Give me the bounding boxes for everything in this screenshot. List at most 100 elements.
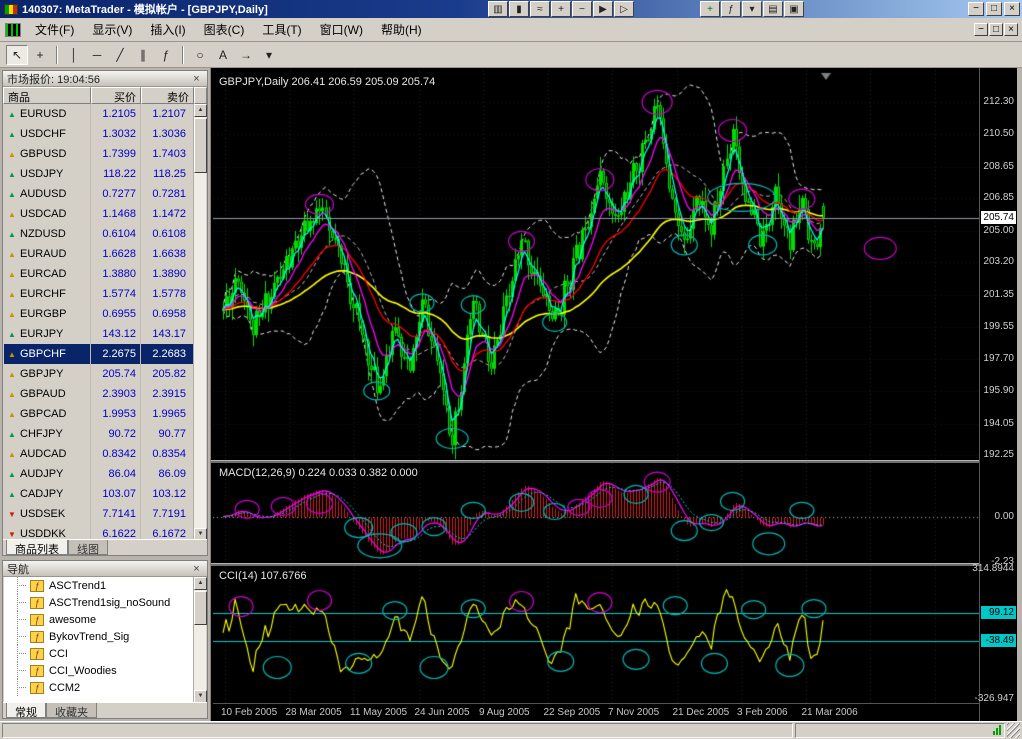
- market-watch-row[interactable]: ▲EURUSD1.21051.2107: [4, 104, 194, 124]
- market-watch-row[interactable]: ▲CADJPY103.07103.12: [4, 484, 194, 504]
- minimize-button[interactable]: −: [968, 2, 984, 16]
- bid-price: 2.2675: [90, 344, 140, 364]
- time-axis-label: 21 Mar 2006: [802, 707, 858, 718]
- bid-price: 90.72: [90, 424, 140, 444]
- navigator-item[interactable]: ƒCCM2: [4, 679, 194, 696]
- shapes-tool[interactable]: ○: [189, 45, 211, 65]
- child-restore-button[interactable]: □: [989, 23, 1003, 36]
- candlestick-chart-icon[interactable]: ▮: [509, 1, 529, 17]
- market-watch-row[interactable]: ▲EURAUD1.66281.6638: [4, 244, 194, 264]
- ask-price: 0.6108: [140, 224, 190, 244]
- market-watch-row[interactable]: ▲AUDJPY86.0486.09: [4, 464, 194, 484]
- market-watch-row[interactable]: ▲AUDUSD0.72770.7281: [4, 184, 194, 204]
- market-watch-row[interactable]: ▲GBPAUD2.39032.3915: [4, 384, 194, 404]
- child-close-button[interactable]: ×: [1004, 23, 1018, 36]
- workspace: 市场报价: 19:04:56 × 商品 买价 卖价 ▲EURUSD1.21051…: [0, 68, 1022, 721]
- crosshair-tool[interactable]: +: [29, 45, 51, 65]
- market-watch-row[interactable]: ▲EURJPY143.12143.17: [4, 324, 194, 344]
- column-symbol[interactable]: 商品: [3, 87, 91, 104]
- market-watch-row[interactable]: ▲EURCHF1.57741.5778: [4, 284, 194, 304]
- bar-chart-icon[interactable]: ▥: [488, 1, 508, 17]
- market-watch-scrollbar[interactable]: ▲ ▼: [193, 104, 206, 541]
- trendline-tool[interactable]: ╱: [109, 45, 131, 65]
- fibonacci-tool[interactable]: ƒ: [155, 45, 177, 65]
- market-watch-row[interactable]: ▲USDCHF1.30321.3036: [4, 124, 194, 144]
- navigator-item[interactable]: ƒASCTrend1sig_noSound: [4, 594, 194, 611]
- menu-item[interactable]: 显示(V): [83, 18, 141, 41]
- navigator-scrollbar[interactable]: ▲ ▼: [193, 577, 206, 703]
- menu-item[interactable]: 窗口(W): [311, 18, 372, 41]
- tab-common[interactable]: 常规: [6, 703, 46, 718]
- market-watch-row[interactable]: ▲GBPJPY205.74205.82: [4, 364, 194, 384]
- horizontal-line-tool[interactable]: ─: [86, 45, 108, 65]
- close-icon[interactable]: ×: [190, 563, 203, 575]
- market-watch-row[interactable]: ▲EURCAD1.38801.3890: [4, 264, 194, 284]
- channel-tool[interactable]: ∥: [132, 45, 154, 65]
- market-watch-row[interactable]: ▲AUDCAD0.83420.8354: [4, 444, 194, 464]
- resize-grip[interactable]: [1007, 723, 1020, 738]
- chart-shift-icon[interactable]: ▷: [614, 1, 634, 17]
- bid-price: 1.6628: [90, 244, 140, 264]
- market-watch-row[interactable]: ▲GBPCAD1.99531.9965: [4, 404, 194, 424]
- price-axis[interactable]: 212.30210.50208.65206.85205.00203.20201.…: [979, 68, 1017, 721]
- tab-symbols[interactable]: 商品列表: [6, 540, 68, 555]
- tab-tick-chart[interactable]: 线图: [68, 540, 108, 555]
- connection-status-icon: [993, 725, 1001, 735]
- text-tool[interactable]: A: [212, 45, 234, 65]
- toolbar: ↖+ │─╱∥ƒ ○A→▾: [0, 42, 1022, 68]
- scroll-up-icon[interactable]: ▲: [194, 104, 207, 117]
- title-bar[interactable]: 140307: MetaTrader - 模拟帐户 - [GBPJPY,Dail…: [0, 0, 1022, 18]
- restore-button[interactable]: □: [986, 2, 1002, 16]
- tile-windows-icon[interactable]: ▣: [784, 1, 804, 17]
- line-chart-icon[interactable]: ≈: [530, 1, 550, 17]
- tab-favorites[interactable]: 收藏夹: [46, 703, 97, 718]
- navigator-item[interactable]: ƒCCI: [4, 645, 194, 662]
- navigator-item[interactable]: ƒASCTrend1: [4, 577, 194, 594]
- menu-item[interactable]: 工具(T): [253, 18, 310, 41]
- scroll-up-icon[interactable]: ▲: [194, 577, 207, 590]
- market-watch-header[interactable]: 市场报价: 19:04:56 ×: [3, 71, 207, 87]
- market-watch-row[interactable]: ▲NZDUSD0.61040.6108: [4, 224, 194, 244]
- menu-item[interactable]: 文件(F): [26, 18, 83, 41]
- menu-item[interactable]: 插入(I): [141, 18, 194, 41]
- scroll-thumb[interactable]: [194, 118, 207, 173]
- market-watch-tabs: 商品列表线图: [3, 539, 207, 555]
- zoom-out-icon[interactable]: −: [572, 1, 592, 17]
- vertical-line-tool[interactable]: │: [63, 45, 85, 65]
- navigator-item[interactable]: ƒawesome: [4, 611, 194, 628]
- market-watch-row[interactable]: ▲USDCAD1.14681.1472: [4, 204, 194, 224]
- menu-item[interactable]: 图表(C): [195, 18, 254, 41]
- symbol-name: GBPJPY: [20, 368, 90, 380]
- navigator-header[interactable]: 导航 ×: [3, 561, 207, 577]
- arrow-tool[interactable]: →: [235, 45, 257, 65]
- column-bid[interactable]: 买价: [91, 87, 141, 104]
- menu-item[interactable]: 帮助(H): [372, 18, 431, 41]
- tools-dropdown[interactable]: ▾: [258, 45, 280, 65]
- child-minimize-button[interactable]: −: [974, 23, 988, 36]
- market-watch-row[interactable]: ▲EURGBP0.69550.6958: [4, 304, 194, 324]
- close-button[interactable]: ×: [1004, 2, 1020, 16]
- market-watch-row[interactable]: ▲USDJPY118.22118.25: [4, 164, 194, 184]
- navigator-item[interactable]: ƒBykovTrend_Sig: [4, 628, 194, 645]
- time-axis[interactable]: 10 Feb 200528 Mar 200511 May 200524 Jun …: [213, 703, 979, 721]
- auto-scroll-icon[interactable]: ▶: [593, 1, 613, 17]
- tick-up-icon: ▲: [4, 450, 20, 459]
- cursor-tool[interactable]: ↖: [6, 45, 28, 65]
- zoom-in-icon[interactable]: +: [551, 1, 571, 17]
- new-order-icon[interactable]: +: [700, 1, 720, 17]
- column-ask[interactable]: 卖价: [141, 87, 194, 104]
- templates-icon[interactable]: ▤: [763, 1, 783, 17]
- indicator-list-icon[interactable]: ƒ: [721, 1, 741, 17]
- cci-indicator-chart[interactable]: [213, 566, 979, 703]
- market-watch-row[interactable]: ▲GBPCHF2.26752.2683: [4, 344, 194, 364]
- market-watch-row[interactable]: ▼USDSEK7.71417.7191: [4, 504, 194, 524]
- market-watch-row[interactable]: ▲GBPUSD1.73991.7403: [4, 144, 194, 164]
- scroll-thumb[interactable]: [194, 591, 207, 625]
- close-icon[interactable]: ×: [190, 73, 203, 85]
- chart-window-icon[interactable]: [5, 23, 21, 37]
- market-watch-row[interactable]: ▲CHFJPY90.7290.77: [4, 424, 194, 444]
- symbol-name: EURCHF: [20, 288, 90, 300]
- navigator-item[interactable]: ƒCCI_Woodies: [4, 662, 194, 679]
- price-chart[interactable]: [213, 70, 979, 460]
- timeframes-icon[interactable]: ▾: [742, 1, 762, 17]
